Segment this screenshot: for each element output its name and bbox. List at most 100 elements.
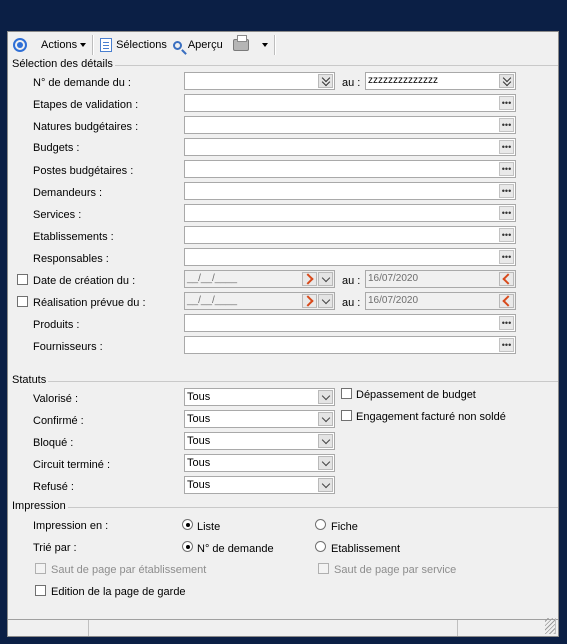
responsables-browse-button[interactable]: ••• <box>499 250 514 264</box>
services-field[interactable]: ••• <box>184 204 516 222</box>
date-creation-from-field[interactable]: __/__/____ <box>184 270 335 288</box>
bloque-value: Tous <box>187 435 211 447</box>
bloque-dropdown[interactable] <box>318 434 333 448</box>
actions-menu-button[interactable]: Actions <box>38 34 89 56</box>
depassement-checkbox[interactable] <box>341 388 352 399</box>
bloque-select[interactable]: Tous <box>184 432 335 450</box>
date-creation-from-next-button[interactable] <box>302 272 317 286</box>
date-creation-to-prev-button[interactable] <box>499 272 514 286</box>
valorise-select[interactable]: Tous <box>184 388 335 406</box>
realisation-from-field[interactable]: __/__/____ <box>184 292 335 310</box>
liste-radio[interactable] <box>182 519 193 530</box>
fournisseurs-field[interactable]: ••• <box>184 336 516 354</box>
demande-du-field[interactable] <box>184 72 335 90</box>
num-demande-radio[interactable] <box>182 541 193 552</box>
date-creation-from-dropdown[interactable] <box>318 272 333 286</box>
selections-button[interactable]: Sélections <box>97 34 170 56</box>
engagement-label: Engagement facturé non soldé <box>356 411 506 423</box>
printer-icon <box>232 35 249 51</box>
demande-au-dropdown[interactable] <box>499 73 514 88</box>
refuse-dropdown[interactable] <box>318 478 333 492</box>
etablissements-browse-button[interactable]: ••• <box>499 228 514 242</box>
fiche-radio[interactable] <box>315 519 326 530</box>
demandeurs-field[interactable]: ••• <box>184 182 516 200</box>
chevron-down-icon <box>321 435 330 444</box>
postes-browse-button[interactable]: ••• <box>499 162 514 176</box>
etablissement-radio[interactable] <box>315 541 326 552</box>
status-pane-3 <box>458 620 548 636</box>
liste-label: Liste <box>197 521 221 533</box>
statuts-section-line <box>12 381 558 382</box>
chevron-down-icon <box>321 479 330 488</box>
refuse-value: Tous <box>187 479 211 491</box>
date-creation-to-field[interactable]: 16/07/2020 <box>365 270 516 288</box>
realisation-from-dropdown[interactable] <box>318 294 333 308</box>
date-creation-au-label: au : <box>342 275 361 287</box>
engagement-checkbox[interactable] <box>341 410 352 421</box>
saut-etab-checkbox[interactable] <box>35 563 46 574</box>
target-button[interactable] <box>10 34 30 56</box>
print-menu-button[interactable] <box>256 34 271 56</box>
ellipsis-icon: ••• <box>501 252 512 262</box>
caret-down-icon <box>80 43 87 47</box>
demandeurs-label: Demandeurs : <box>33 187 103 199</box>
toolbar-separator <box>273 35 276 55</box>
magnifier-icon <box>172 40 182 50</box>
valorise-dropdown[interactable] <box>318 390 333 404</box>
confirme-label: Confirmé : <box>33 415 84 427</box>
ellipsis-icon: ••• <box>501 208 512 218</box>
ellipsis-icon: ••• <box>501 230 512 240</box>
toolbar-separator <box>92 35 95 55</box>
ellipsis-icon: ••• <box>501 340 512 350</box>
preview-label: Aperçu <box>187 39 223 51</box>
natures-field[interactable]: ••• <box>184 116 516 134</box>
preview-button[interactable]: Aperçu <box>170 34 226 56</box>
realisation-checkbox[interactable] <box>17 296 28 307</box>
services-browse-button[interactable]: ••• <box>499 206 514 220</box>
saut-service-label: Saut de page par service <box>334 564 457 576</box>
num-demande-label: N° de demande <box>197 543 274 555</box>
toolbar: Actions Sélections Aperçu <box>8 32 558 58</box>
date-creation-checkbox[interactable] <box>17 274 28 285</box>
confirme-select[interactable]: Tous <box>184 410 335 428</box>
fournisseurs-browse-button[interactable]: ••• <box>499 338 514 352</box>
double-chevron-down-icon <box>321 73 330 87</box>
realisation-to-prev-button[interactable] <box>499 294 514 308</box>
demande-au-field[interactable]: zzzzzzzzzzzzzz <box>365 72 516 90</box>
etapes-field[interactable]: ••• <box>184 94 516 112</box>
natures-browse-button[interactable]: ••• <box>499 118 514 132</box>
etablissement-label: Etablissement <box>331 543 401 555</box>
ellipsis-icon: ••• <box>501 142 512 152</box>
produits-field[interactable]: ••• <box>184 314 516 332</box>
responsables-field[interactable]: ••• <box>184 248 516 266</box>
saut-etab-label: Saut de page par établissement <box>51 564 207 576</box>
natures-label: Natures budgétaires : <box>33 121 139 133</box>
circuit-dropdown[interactable] <box>318 456 333 470</box>
arrow-left-icon <box>502 273 514 285</box>
budgets-browse-button[interactable]: ••• <box>499 140 514 154</box>
realisation-from-next-button[interactable] <box>302 294 317 308</box>
demande-du-dropdown[interactable] <box>318 73 333 88</box>
circuit-select[interactable]: Tous <box>184 454 335 472</box>
impression-section-title: Impression <box>12 500 68 512</box>
refuse-select[interactable]: Tous <box>184 476 335 494</box>
selections-label: Sélections <box>116 39 167 51</box>
saut-service-checkbox[interactable] <box>318 563 329 574</box>
print-button[interactable] <box>230 34 252 56</box>
services-label: Services : <box>33 209 82 221</box>
etablissements-field[interactable]: ••• <box>184 226 516 244</box>
postes-field[interactable]: ••• <box>184 160 516 178</box>
realisation-to-field[interactable]: 16/07/2020 <box>365 292 516 310</box>
impression-section-line <box>12 507 558 508</box>
valorise-label: Valorisé : <box>33 393 79 405</box>
etapes-browse-button[interactable]: ••• <box>499 96 514 110</box>
resize-grip-icon[interactable] <box>545 618 556 634</box>
realisation-to-value: 16/07/2020 <box>368 295 419 306</box>
statuts-section-title: Statuts <box>12 374 49 386</box>
realisation-label: Réalisation prévue du : <box>33 297 146 309</box>
produits-browse-button[interactable]: ••• <box>499 316 514 330</box>
budgets-field[interactable]: ••• <box>184 138 516 156</box>
edition-garde-checkbox[interactable] <box>35 585 46 596</box>
demandeurs-browse-button[interactable]: ••• <box>499 184 514 198</box>
confirme-dropdown[interactable] <box>318 412 333 426</box>
